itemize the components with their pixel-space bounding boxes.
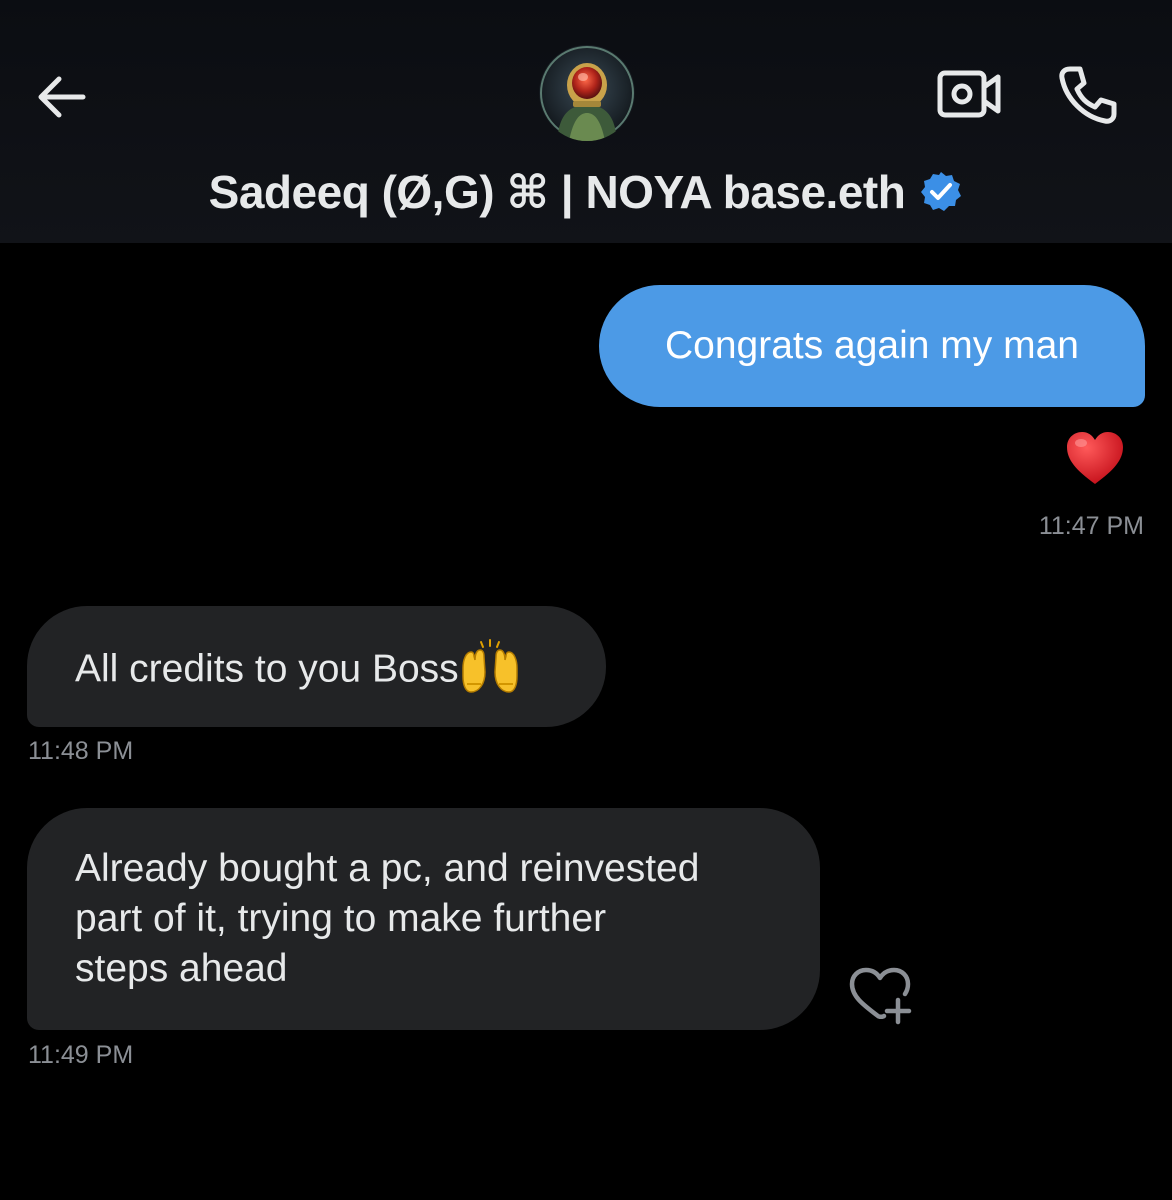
timestamp: 11:48 PM <box>28 737 134 765</box>
avatar[interactable] <box>539 45 635 141</box>
conversation-header: Sadeeq (Ø,G) ⌘ | NOYA base.eth <box>0 0 1172 243</box>
heart-reaction-icon[interactable] <box>1064 428 1126 488</box>
video-call-button[interactable] <box>934 64 1004 124</box>
raising-hands-emoji-icon <box>459 638 521 696</box>
dm-conversation: Sadeeq (Ø,G) ⌘ | NOYA base.eth Congrats … <box>0 0 1172 1200</box>
verified-badge-icon <box>919 170 963 214</box>
red-heart-icon <box>1067 432 1123 484</box>
back-button[interactable] <box>32 68 90 126</box>
video-call-icon <box>937 70 1001 118</box>
heart-plus-icon <box>849 967 912 1025</box>
contact-name-row[interactable]: Sadeeq (Ø,G) ⌘ | NOYA base.eth <box>0 162 1172 222</box>
avatar-image <box>539 45 635 141</box>
contact-name: Sadeeq (Ø,G) ⌘ | NOYA base.eth <box>208 166 906 218</box>
message-text: Congrats again my man <box>664 324 1080 367</box>
message-text: All credits to you Boss <box>75 647 459 691</box>
add-reaction-button[interactable] <box>846 964 916 1026</box>
message-text-line: Already bought a pc, and reinvested <box>75 847 700 890</box>
timestamp: 11:49 PM <box>28 1041 134 1069</box>
message-bubble-incoming[interactable]: All credits to you Boss <box>27 606 606 727</box>
arrow-left-icon <box>38 76 86 118</box>
message-text-line: steps ahead <box>75 947 288 990</box>
voice-call-button[interactable] <box>1052 62 1124 128</box>
message-bubble-outgoing[interactable]: Congrats again my man <box>599 285 1145 407</box>
message-bubble-incoming[interactable]: Already bought a pc, and reinvested part… <box>27 808 820 1030</box>
message-text-line: part of it, trying to make further <box>75 897 607 940</box>
phone-icon <box>1059 66 1117 124</box>
timestamp: 11:47 PM <box>1038 512 1144 540</box>
